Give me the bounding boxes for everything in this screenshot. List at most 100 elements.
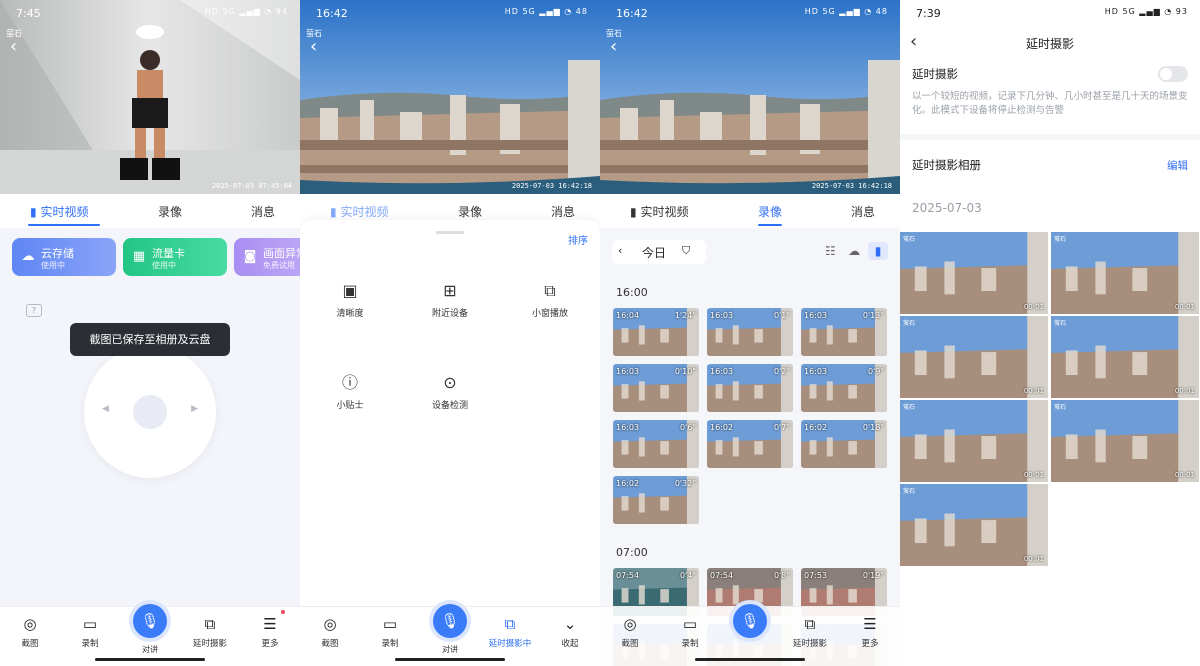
tab-recordings[interactable]: 录像 <box>758 203 782 220</box>
timelapse-photo[interactable]: 萤石 00:01 <box>1051 232 1199 314</box>
data-card-card[interactable]: ▦ 流量卡 使用中 <box>123 238 227 276</box>
tab-messages[interactable]: 消息 <box>851 203 875 220</box>
cloud-source-icon[interactable]: ☁ <box>844 242 864 260</box>
back-icon[interactable]: ‹ <box>310 38 317 56</box>
more-label: 更多 <box>261 639 279 649</box>
sort-button[interactable]: 排序 <box>568 232 588 247</box>
thumbnail-image <box>900 316 1048 398</box>
quality-label: 清晰度 <box>336 309 364 319</box>
sim-card-icon: ▦ <box>132 249 146 264</box>
home-indicator <box>95 658 205 661</box>
tab-label: 实时视频 <box>340 205 389 219</box>
clip-duration: 0'13" <box>862 311 884 320</box>
nearby-devices-button[interactable]: ⊞ 附近设备 <box>415 282 485 320</box>
help-icon[interactable]: ? <box>26 304 42 317</box>
live-video-feed[interactable]: 7:45 HD 5G ▂▄▆ ◔ 94 萤石 ‹ 2025-07-03 07:4… <box>0 0 300 194</box>
timelapse-photo[interactable]: 萤石 00:01 <box>1051 400 1199 482</box>
recording-clip[interactable]: 16:03 0'1" <box>707 308 793 356</box>
recording-clip[interactable]: 16:02 0'32" <box>613 476 699 524</box>
tab-messages[interactable]: 消息 <box>251 203 275 220</box>
device-check-icon: ⊙ <box>443 373 457 392</box>
sheet-handle[interactable] <box>436 231 464 234</box>
screenshot-button[interactable]: ◎ 截图 <box>310 615 350 649</box>
timelapse-button[interactable]: ⧉ 延时摄影 <box>790 615 830 649</box>
record-button[interactable]: ▭ 录制 <box>670 615 710 649</box>
screenshot-button[interactable]: ◎ 截图 <box>610 615 650 649</box>
clip-duration: 0'2" <box>773 367 790 376</box>
timelapse-icon: ⧉ <box>504 615 516 633</box>
tab-live-video[interactable]: ▮ 实时视频 <box>330 203 388 220</box>
sd-card-icon[interactable]: ▮ <box>868 242 888 260</box>
video-timestamp: 2025-07-03 16:42:18 <box>811 182 892 190</box>
list-view-icon[interactable]: ☷ <box>820 242 840 260</box>
talk-button[interactable]: 🎙 <box>433 604 467 638</box>
recording-clip[interactable]: 16:03 0'13" <box>801 308 887 356</box>
collapse-button[interactable]: ⌄ 收起 <box>550 615 590 649</box>
status-bar: 16:42 HD 5G ▂▄▆ ◔ 48 <box>600 0 900 26</box>
tab-live-video[interactable]: ▮ 实时视频 <box>630 203 688 220</box>
screenshot-button[interactable]: ◎ 截图 <box>10 615 50 649</box>
cloud-storage-card[interactable]: ☁ 云存储 使用中 <box>12 238 116 276</box>
date-selector[interactable]: ‹ 今日 ⛉ <box>612 240 706 264</box>
timelapse-photo[interactable]: 萤石 00:01 <box>900 316 1048 398</box>
right-arrow-icon[interactable]: ▶ <box>191 404 198 414</box>
camera-icon: ◎ <box>23 615 37 633</box>
edit-button[interactable]: 编辑 <box>1167 158 1188 173</box>
status-time: 7:45 <box>16 7 41 20</box>
back-icon[interactable]: ‹ <box>10 38 17 56</box>
quality-button[interactable]: ▣ 清晰度 <box>315 282 385 320</box>
talk-button[interactable]: 🎙 <box>133 604 167 638</box>
recording-clip[interactable]: 16:03 0'9" <box>801 364 887 412</box>
camera-icon: ◎ <box>323 615 337 633</box>
clip-duration: 0'32" <box>674 479 696 488</box>
timelapse-label: 延时摄影 <box>192 639 227 649</box>
back-icon[interactable]: ‹ <box>610 38 617 56</box>
prev-day-icon[interactable]: ‹ <box>618 244 622 257</box>
tab-messages[interactable]: 消息 <box>551 203 575 220</box>
device-check-label: 设备检测 <box>431 401 468 411</box>
thumbnail-image <box>900 400 1048 482</box>
timelapse-toggle[interactable] <box>1158 66 1188 82</box>
timelapse-photo[interactable]: 萤石 00:01 <box>1051 316 1199 398</box>
recording-clip[interactable]: 16:02 0'18" <box>801 420 887 468</box>
timelapse-active-button[interactable]: ⧉ 延时摄影中 <box>486 615 534 649</box>
cloud-icon: ☁ <box>21 249 35 264</box>
video-frame-city <box>300 0 600 194</box>
tab-recordings[interactable]: 录像 <box>158 203 182 220</box>
recording-clip[interactable]: 16:02 0'7" <box>707 420 793 468</box>
image-anomaly-card[interactable]: ◙ 画面异常 免费试用 <box>234 238 300 276</box>
live-video-feed[interactable]: 16:42 HD 5G ▂▄▆ ◔ 48 萤石 ‹ 2025-07-03 16:… <box>300 0 600 194</box>
tab-recordings[interactable]: 录像 <box>458 203 482 220</box>
timelapse-photo[interactable]: 萤石 00:01 <box>900 484 1048 566</box>
tab-live-video[interactable]: ▮ 实时视频 <box>30 203 88 220</box>
screen-timelapse-settings: 7:39 HD 5G ▂▄▆ ◔ 93 ‹ 延时摄影 延时摄影 以一个较短的视频… <box>900 0 1200 666</box>
pip-label: 小窗播放 <box>531 309 568 319</box>
timelapse-photo[interactable]: 萤石 00:01 <box>900 232 1048 314</box>
recording-clip[interactable]: 16:03 0'6" <box>613 420 699 468</box>
record-button[interactable]: ▭ 录制 <box>70 615 110 649</box>
talk-button[interactable]: 🎙 <box>733 604 767 638</box>
record-button[interactable]: ▭ 录制 <box>370 615 410 649</box>
left-arrow-icon[interactable]: ◀ <box>102 404 109 414</box>
tips-button[interactable]: ⓘ 小贴士 <box>315 374 385 412</box>
timelapse-photo[interactable]: 萤石 00:01 <box>900 400 1048 482</box>
device-check-button[interactable]: ⊙ 设备检测 <box>415 373 485 412</box>
joystick-center[interactable] <box>133 395 167 429</box>
photo-logo: 萤石 <box>903 236 916 243</box>
more-button[interactable]: ☰ 更多 <box>250 615 290 649</box>
filter-icon[interactable]: ⛉ <box>682 244 690 258</box>
camera-icon: ◙ <box>243 249 257 264</box>
video-record-icon: ▭ <box>382 615 398 633</box>
recording-clip[interactable]: 16:03 0'2" <box>707 364 793 412</box>
photo-logo: 萤石 <box>903 404 916 411</box>
clip-start-time: 07:54 <box>710 571 734 580</box>
live-video-feed[interactable]: 16:42 HD 5G ▂▄▆ ◔ 48 萤石 ‹ 2025-07-03 16:… <box>600 0 900 194</box>
ptz-joystick[interactable]: ◀ ▶ <box>84 346 216 478</box>
recording-clip[interactable]: 16:03 0'10" <box>613 364 699 412</box>
record-label: 录制 <box>381 639 399 649</box>
more-button[interactable]: ☰ 更多 <box>850 615 890 649</box>
clip-duration: 0'6" <box>679 423 696 432</box>
timelapse-button[interactable]: ⧉ 延时摄影 <box>190 615 230 649</box>
recording-clip[interactable]: 16:04 1'24" <box>613 308 699 356</box>
pip-button[interactable]: ⧉ 小窗播放 <box>515 282 585 320</box>
